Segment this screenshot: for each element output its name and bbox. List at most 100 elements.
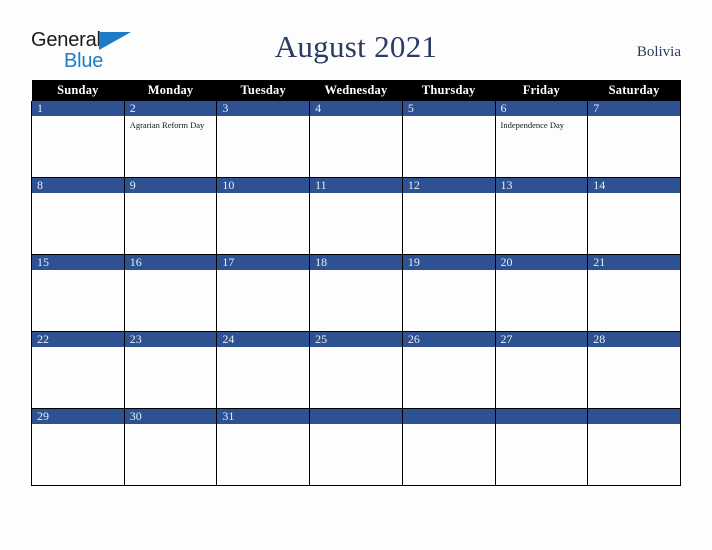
day-number: 23 — [124, 332, 217, 347]
day-cell-content: 10 — [217, 178, 310, 254]
calendar-day-cell[interactable]: 30 — [123, 408, 218, 486]
day-cell-content: 30 — [124, 409, 217, 485]
calendar-day-cell[interactable]: 21 — [587, 254, 681, 332]
calendar-day-cell[interactable]: 23 — [123, 331, 218, 409]
day-number: 8 — [32, 178, 124, 193]
day-number: 13 — [495, 178, 588, 193]
calendar-day-cell[interactable]: 25 — [309, 331, 403, 409]
day-events — [496, 193, 588, 197]
calendar-day-cell[interactable]: 4 — [309, 101, 403, 178]
calendar-week-row: 15 16 17 18 19 20 21 — [31, 254, 681, 332]
page-title: August 2021 — [274, 29, 438, 64]
day-events — [588, 424, 680, 428]
calendar-day-cell[interactable]: 9 — [123, 177, 218, 255]
day-cell-content: 6 Independence Day — [495, 101, 588, 177]
day-cell-content: 5 — [402, 101, 495, 177]
calendar-day-cell[interactable]: 10 — [216, 177, 311, 255]
day-number — [402, 409, 495, 424]
day-cell-content: 28 — [588, 332, 680, 408]
day-events — [217, 193, 309, 197]
day-events — [217, 424, 309, 428]
day-cell-content — [588, 409, 680, 485]
calendar-day-cell[interactable]: 17 — [216, 254, 311, 332]
calendar-day-cell[interactable]: 2 Agrarian Reform Day — [123, 101, 218, 178]
day-cell-content: 20 — [495, 255, 588, 331]
day-number: 7 — [588, 101, 680, 116]
calendar-week-row: 8 9 10 11 12 13 14 — [31, 177, 681, 255]
weekday-header-thursday: Thursday — [402, 80, 496, 101]
calendar-day-cell[interactable]: 15 — [31, 254, 125, 332]
calendar-empty-cell[interactable] — [494, 408, 589, 486]
day-number: 6 — [495, 101, 588, 116]
day-events — [217, 116, 309, 120]
holiday-event: Independence Day — [500, 120, 564, 130]
day-events — [310, 193, 402, 197]
day-events — [125, 270, 217, 274]
calendar-empty-cell[interactable] — [401, 408, 496, 486]
day-events — [588, 193, 680, 197]
day-number: 16 — [124, 255, 217, 270]
day-number — [588, 409, 680, 424]
calendar-day-cell[interactable]: 29 — [31, 408, 125, 486]
calendar-day-cell[interactable]: 27 — [494, 331, 589, 409]
day-number: 17 — [217, 255, 310, 270]
day-cell-content: 21 — [588, 255, 680, 331]
calendar-day-cell[interactable]: 26 — [401, 331, 496, 409]
calendar-day-cell[interactable]: 14 — [587, 177, 681, 255]
day-events — [403, 424, 495, 428]
calendar-empty-cell[interactable] — [587, 408, 681, 486]
day-cell-content: 4 — [310, 101, 402, 177]
day-events — [403, 270, 495, 274]
day-number: 29 — [32, 409, 124, 424]
day-number: 26 — [402, 332, 495, 347]
day-events — [310, 116, 402, 120]
day-cell-content: 31 — [217, 409, 310, 485]
day-number: 1 — [32, 101, 124, 116]
calendar-day-cell[interactable]: 18 — [309, 254, 403, 332]
day-events — [125, 193, 217, 197]
day-cell-content: 18 — [310, 255, 402, 331]
day-number: 10 — [217, 178, 310, 193]
day-cell-content — [310, 409, 402, 485]
day-cell-content: 14 — [588, 178, 680, 254]
calendar-day-cell[interactable]: 12 — [401, 177, 496, 255]
day-events — [125, 424, 217, 428]
weekday-header-sunday: Sunday — [31, 80, 125, 101]
calendar-header-row: Sunday Monday Tuesday Wednesday Thursday Frid… — [31, 80, 681, 101]
calendar-day-cell[interactable]: 5 — [401, 101, 496, 178]
day-cell-content: 1 — [32, 101, 124, 177]
day-events — [403, 347, 495, 351]
calendar-day-cell[interactable]: 11 — [309, 177, 403, 255]
calendar-day-cell[interactable]: 24 — [216, 331, 311, 409]
day-number: 19 — [402, 255, 495, 270]
day-events — [32, 347, 124, 351]
day-number: 14 — [588, 178, 680, 193]
day-events — [32, 116, 124, 120]
calendar-grid: Sunday Monday Tuesday Wednesday Thursday Frid… — [31, 80, 681, 486]
calendar-day-cell[interactable]: 1 — [31, 101, 125, 178]
day-events — [310, 270, 402, 274]
day-cell-content: 3 — [217, 101, 310, 177]
day-events — [32, 270, 124, 274]
calendar-day-cell[interactable]: 3 — [216, 101, 311, 178]
day-events — [496, 270, 588, 274]
calendar-day-cell[interactable]: 19 — [401, 254, 496, 332]
calendar-day-cell[interactable]: 6 Independence Day — [494, 101, 589, 178]
day-cell-content: 13 — [495, 178, 588, 254]
calendar-day-cell[interactable]: 7 — [587, 101, 681, 178]
calendar-day-cell[interactable]: 22 — [31, 331, 125, 409]
calendar-empty-cell[interactable] — [309, 408, 403, 486]
calendar-day-cell[interactable]: 28 — [587, 331, 681, 409]
calendar-page: General Blue August 2021 Bolivia Sunday M… — [0, 0, 712, 550]
day-events — [32, 193, 124, 197]
day-cell-content: 2 Agrarian Reform Day — [124, 101, 217, 177]
day-cell-content: 12 — [402, 178, 495, 254]
calendar-day-cell[interactable]: 31 — [216, 408, 311, 486]
day-number: 3 — [217, 101, 310, 116]
calendar-day-cell[interactable]: 16 — [123, 254, 218, 332]
calendar-day-cell[interactable]: 20 — [494, 254, 589, 332]
calendar-day-cell[interactable]: 13 — [494, 177, 589, 255]
calendar-day-cell[interactable]: 8 — [31, 177, 125, 255]
day-number — [495, 409, 588, 424]
day-number: 5 — [402, 101, 495, 116]
